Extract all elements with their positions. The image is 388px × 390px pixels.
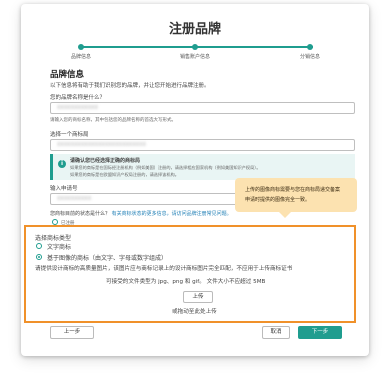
- tooltip-line-2: 申请时提供的图像完全一致。: [245, 197, 311, 203]
- brand-name-label: 您的品牌名称是什么？: [50, 95, 106, 101]
- brand-name-value: XXXXXXXXXXXX: [57, 105, 99, 111]
- section-heading: 品牌信息: [50, 70, 85, 80]
- image-match-tooltip: 上传的图像商标需要与您在商标局递交备案 申请时提供的图像完全一致。: [235, 178, 357, 218]
- step-dot-1: [78, 44, 84, 50]
- notice-line-1: 如果您的商标是在国际经注册机构（例如美国）注册的，请选择相应国家机构（例如美国知…: [70, 165, 261, 170]
- step-dot-3: [307, 44, 313, 50]
- notice-line-2: 如果您的商标是在欧盟知识产权局注册的，请选择该机构。: [70, 172, 179, 177]
- step-label-seller-account: 销售账户信息: [179, 54, 210, 60]
- step-label-brand-info: 品牌信息: [70, 54, 91, 60]
- trademark-type-highlight: 选择商标类型 文字商标 基于图像的商标（由文字、字母或数字组成） 请提供设计商标…: [24, 225, 356, 323]
- page-title: 注册品牌: [168, 22, 221, 37]
- upload-button[interactable]: 上传: [183, 291, 213, 303]
- trademark-office-value: XXXXXXXXXXXXXXXXXXXXXXXXXX: [57, 142, 147, 148]
- brand-name-hint: 请输入您的商标名称，其中包括您的品牌名称的首选大写形式。: [50, 118, 176, 123]
- next-button[interactable]: 下一步: [298, 326, 342, 339]
- application-number-label: 输入申请号: [50, 186, 78, 192]
- drag-drop-zone[interactable]: 或拖动至此处上传: [172, 307, 217, 315]
- status-question-text: 您商标目前的状态是什么？: [50, 211, 111, 217]
- brand-name-field[interactable]: XXXXXXXXXXXX: [50, 102, 355, 114]
- trademark-office-label: 选择一个商标局: [50, 132, 89, 138]
- upload-instruction: 请提供设计商标的高质量图片，该图片应与商标记录上的设计商标图片完全匹配，不应用于…: [35, 266, 293, 272]
- application-number-field[interactable]: XXXXXXXXXX: [50, 193, 250, 205]
- trademark-status-question: 您商标目前的状态是什么？ 有关商标状态的更多信息，请访问品牌注册常见问题。: [50, 210, 232, 217]
- application-number-value: XXXXXXXXXX: [57, 196, 92, 202]
- tooltip-line-1: 上传的图像商标需要与您在商标局递交备案: [245, 187, 341, 193]
- previous-button[interactable]: 上一步: [50, 326, 94, 339]
- page: 注册品牌 品牌信息 销售账户信息 分销信息 品牌信息 以下信息将有助于我们识别您…: [0, 0, 388, 390]
- word-mark-radio[interactable]: [36, 243, 42, 249]
- section-intro: 以下信息将有助于我们识别您的品牌，并让您开始进行品牌注册。: [50, 83, 210, 89]
- progress-stepper: 品牌信息 销售账户信息 分销信息: [21, 38, 369, 62]
- trademark-type-label: 选择商标类型: [35, 235, 72, 242]
- file-type-note: 可接受的文件类型为 jpg、png 和 gif。 文件大小不应超过 5MB: [106, 279, 266, 285]
- step-dot-2: [192, 44, 198, 50]
- info-icon: i: [58, 160, 66, 168]
- notice-title: 请确认您已经选择正确的商标局: [70, 158, 141, 164]
- image-mark-radio[interactable]: [36, 254, 42, 260]
- trademark-office-notice: i 请确认您已经选择正确的商标局 如果您的商标是在国际经注册机构（例如美国）注册…: [50, 154, 355, 180]
- word-mark-label: 文字商标: [47, 244, 72, 251]
- trademark-office-select[interactable]: XXXXXXXXXXXXXXXXXXXXXXXXXX: [50, 139, 355, 151]
- step-label-distribution: 分销信息: [299, 54, 320, 60]
- image-mark-label: 基于图像的商标（由文字、字母或数字组成）: [47, 255, 168, 262]
- cancel-button[interactable]: 取消: [262, 326, 290, 339]
- status-faq-link[interactable]: 有关商标状态的更多信息，请访问品牌注册常见问题。: [112, 211, 232, 217]
